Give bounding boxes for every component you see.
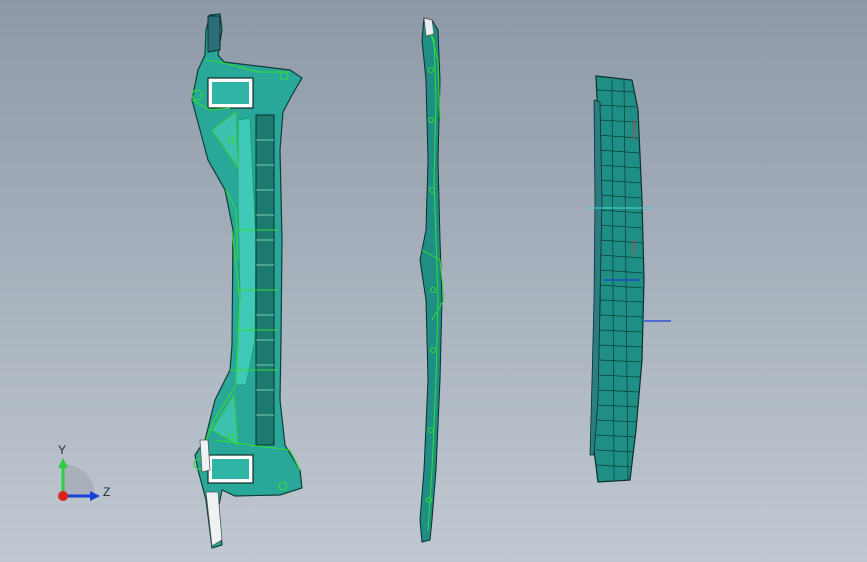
part-rear-view[interactable] [588,75,671,483]
z-axis-label: Z [103,485,111,499]
y-axis-label: Y [58,443,67,457]
part-side-view[interactable] [419,17,445,543]
x-axis-dot [58,491,68,501]
part-front-view[interactable] [191,13,303,549]
model-scene [191,13,671,549]
graphics-viewport[interactable]: Y Z [0,0,867,562]
